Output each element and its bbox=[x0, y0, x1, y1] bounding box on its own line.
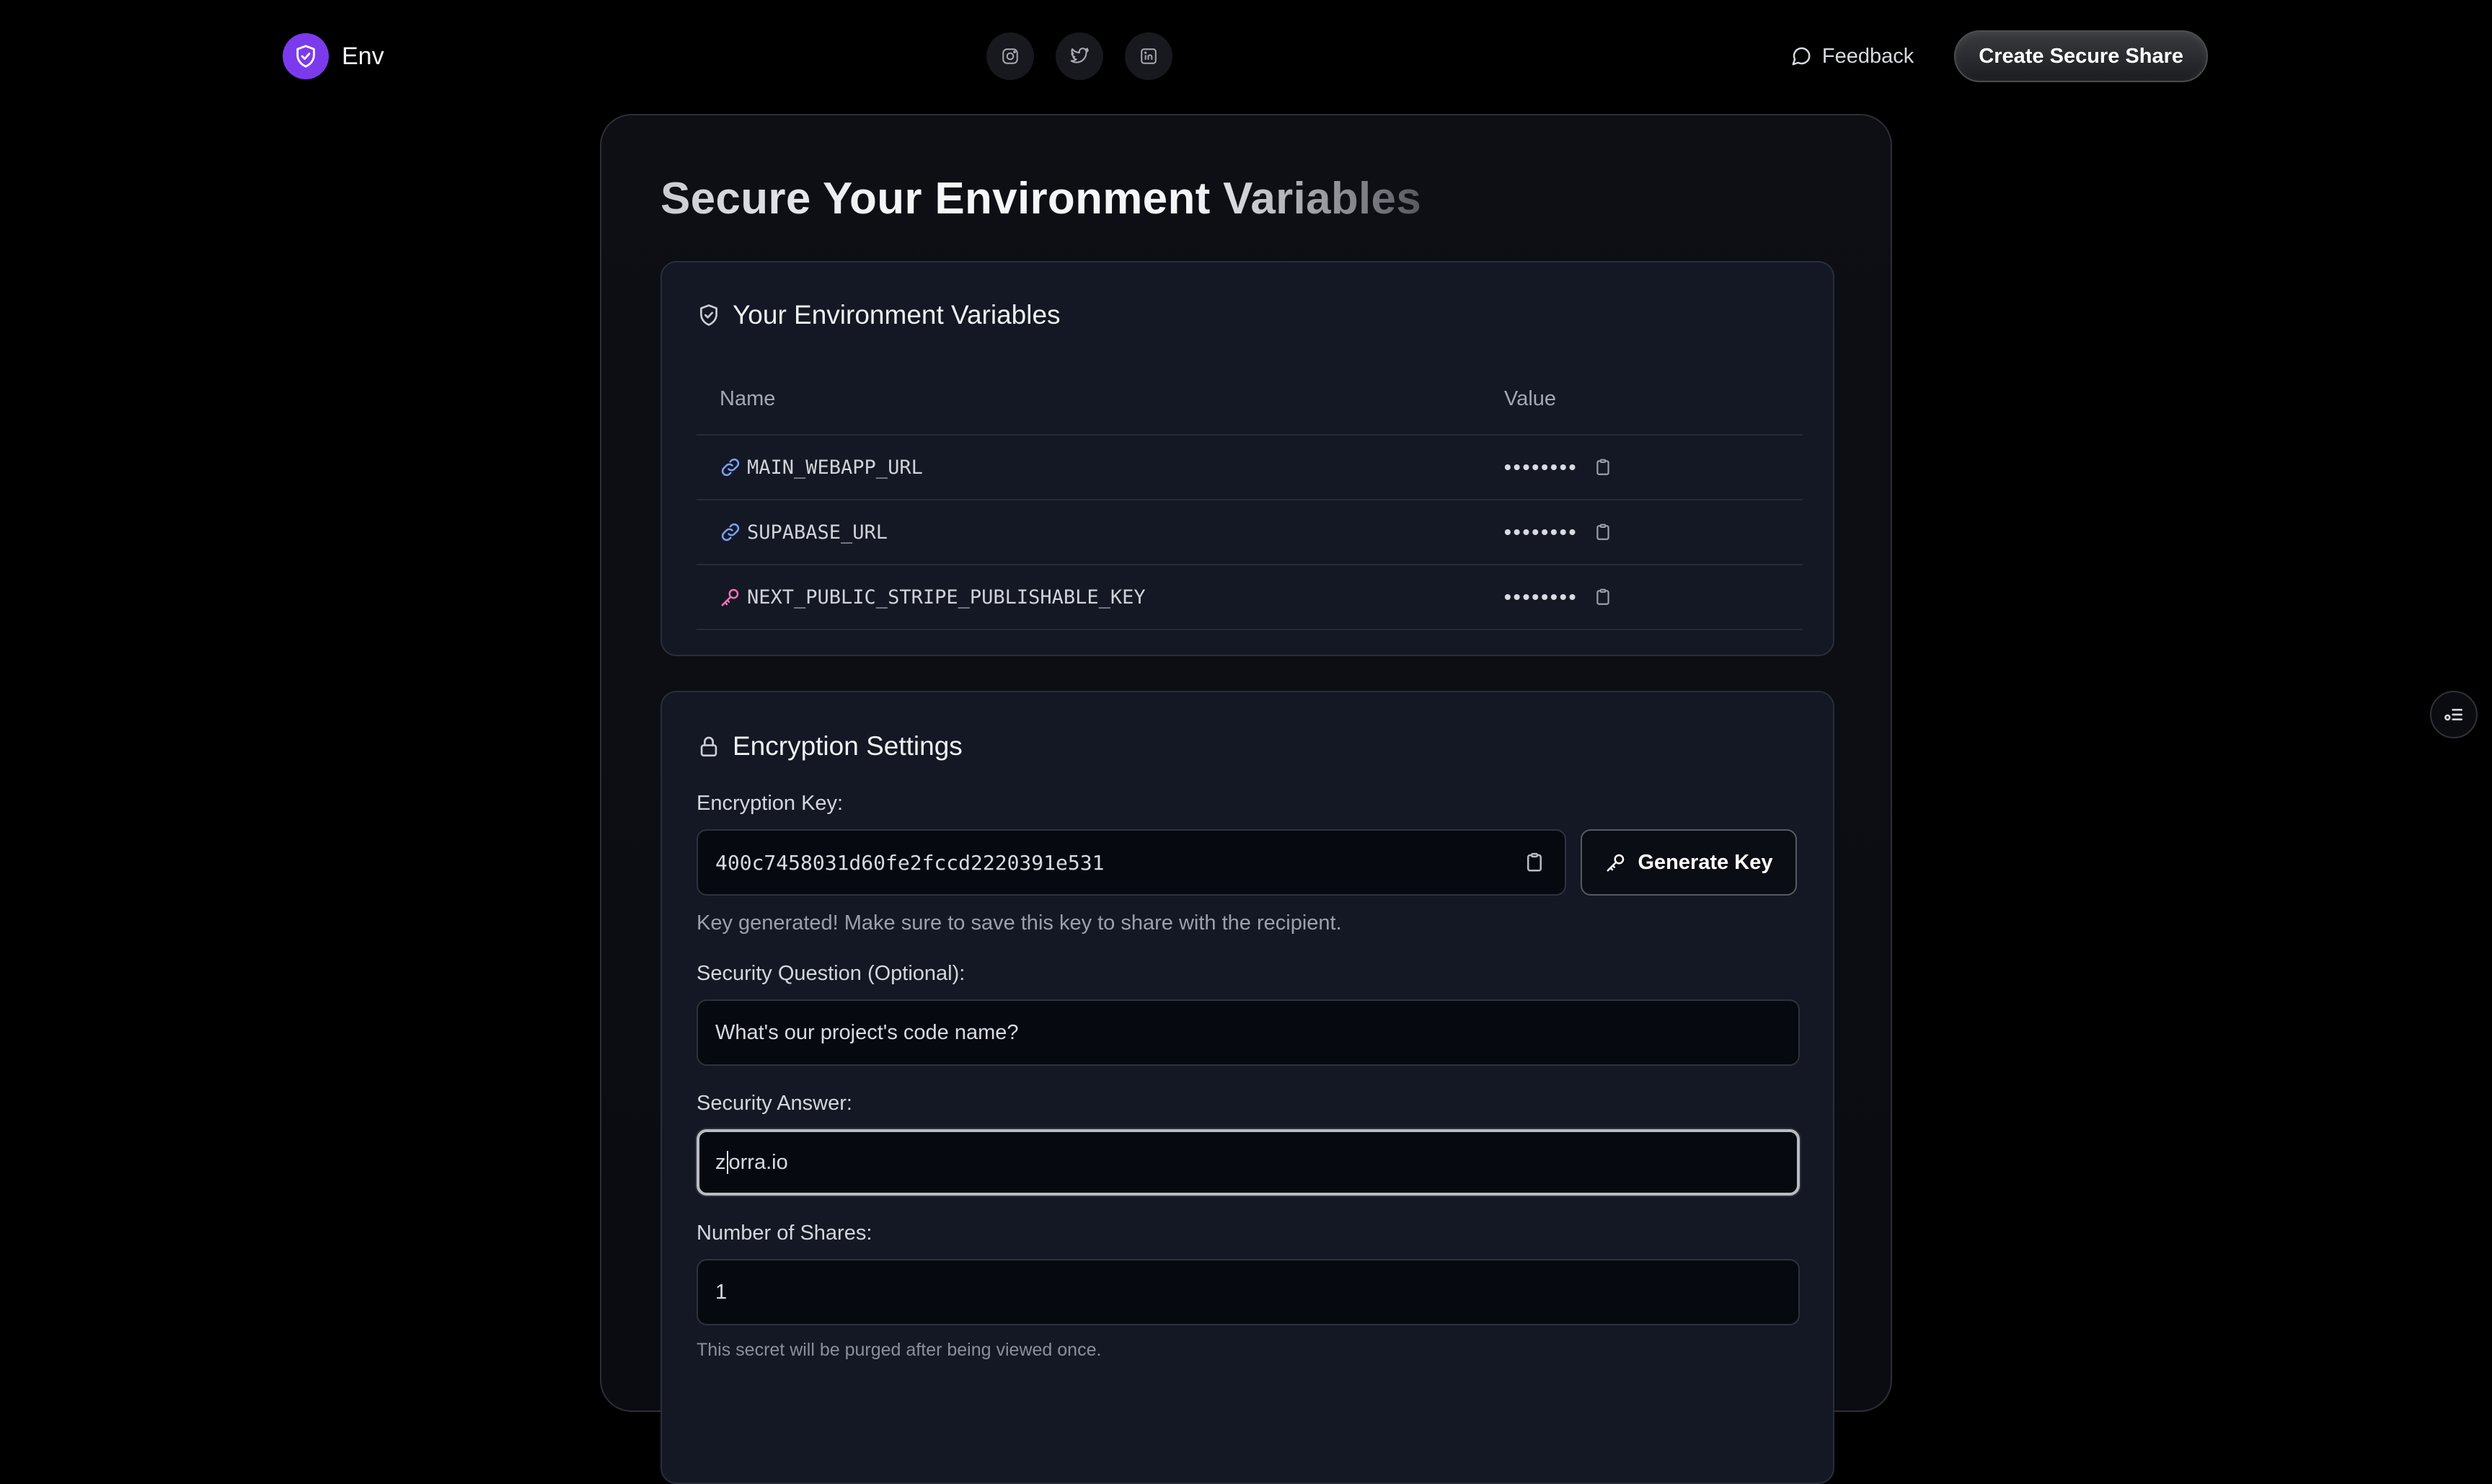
shield-check-icon bbox=[283, 33, 329, 79]
twitter-icon bbox=[1070, 48, 1089, 63]
shares-hint: This secret will be purged after being v… bbox=[697, 1340, 1102, 1360]
table-row: SUPABASE_URL •••••••• bbox=[697, 500, 1803, 565]
number-of-shares-input[interactable]: 1 bbox=[697, 1259, 1800, 1325]
clipboard-icon[interactable] bbox=[1594, 588, 1612, 606]
column-header-value: Value bbox=[1504, 387, 1557, 410]
text-caret bbox=[726, 1151, 728, 1174]
top-navigation: Env Feedback Create Secure Share bbox=[0, 0, 2492, 112]
encryption-key-value: 400c7458031d60fe2fccd2220391e531 bbox=[715, 850, 1105, 875]
linkedin-link[interactable] bbox=[1125, 32, 1172, 80]
feedback-label: Feedback bbox=[1821, 44, 1914, 68]
clipboard-icon[interactable] bbox=[1594, 458, 1612, 477]
feedback-link[interactable]: Feedback bbox=[1790, 45, 1914, 69]
create-secure-share-button[interactable]: Create Secure Share bbox=[1954, 30, 2208, 82]
variable-name: MAIN_WEBAPP_URL bbox=[747, 456, 923, 479]
shield-check-icon bbox=[700, 304, 717, 326]
table-row: NEXT_PUBLIC_STRIPE_PUBLISHABLE_KEY •••••… bbox=[697, 565, 1803, 630]
encryption-key-label: Encryption Key: bbox=[697, 792, 844, 815]
environment-variables-panel: Your Environment Variables Name Value MA… bbox=[660, 261, 1834, 656]
twitter-link[interactable] bbox=[1056, 32, 1103, 80]
brand[interactable]: Env bbox=[283, 33, 384, 79]
generate-key-button[interactable]: Generate Key bbox=[1581, 829, 1797, 896]
panel-header: Encryption Settings bbox=[697, 731, 963, 761]
security-answer-label: Security Answer: bbox=[697, 1092, 852, 1115]
panel-title: Your Environment Variables bbox=[733, 300, 1061, 330]
security-question-input[interactable]: What's our project's code name? bbox=[697, 999, 1800, 1066]
key-icon bbox=[721, 588, 739, 606]
main-card: Secure Your Environment Variables Your E… bbox=[600, 114, 1892, 1484]
security-answer-value-start: z bbox=[715, 1150, 726, 1174]
variable-name: SUPABASE_URL bbox=[747, 521, 888, 544]
security-answer-input[interactable]: z orra.io bbox=[697, 1129, 1800, 1196]
lock-icon bbox=[700, 736, 717, 757]
number-of-shares-value: 1 bbox=[715, 1280, 728, 1304]
social-links bbox=[986, 32, 1172, 80]
key-generated-hint: Key generated! Make sure to save this ke… bbox=[697, 911, 1342, 935]
column-header-name: Name bbox=[720, 387, 776, 410]
list-settings-icon bbox=[2444, 709, 2462, 721]
clipboard-icon bbox=[1527, 852, 1542, 872]
masked-value: •••••••• bbox=[1504, 586, 1578, 608]
encryption-settings-panel: Encryption Settings Encryption Key: 400c… bbox=[660, 691, 1834, 1484]
variables-table: Name Value MAIN_WEBAPP_URL •••••••• SUPA… bbox=[697, 363, 1803, 630]
security-question-label: Security Question (Optional): bbox=[697, 962, 966, 985]
brand-name: Env bbox=[342, 42, 384, 70]
security-question-value: What's our project's code name? bbox=[715, 1020, 1019, 1044]
variable-name: NEXT_PUBLIC_STRIPE_PUBLISHABLE_KEY bbox=[747, 586, 1146, 609]
link-icon bbox=[721, 458, 740, 477]
masked-value: •••••••• bbox=[1504, 456, 1578, 478]
encryption-key-field[interactable]: 400c7458031d60fe2fccd2220391e531 bbox=[697, 829, 1566, 896]
instagram-link[interactable] bbox=[986, 32, 1034, 80]
page-title: Secure Your Environment Variables bbox=[660, 174, 1422, 224]
link-icon bbox=[721, 523, 740, 542]
number-of-shares-label: Number of Shares: bbox=[697, 1222, 872, 1245]
clipboard-icon[interactable] bbox=[1594, 523, 1612, 542]
generate-key-label: Generate Key bbox=[1638, 850, 1773, 874]
copy-key-button[interactable] bbox=[1520, 848, 1549, 877]
table-header: Name Value bbox=[697, 363, 1803, 436]
security-answer-value-end: orra.io bbox=[728, 1150, 788, 1174]
table-row: MAIN_WEBAPP_URL •••••••• bbox=[697, 436, 1803, 500]
panel-title: Encryption Settings bbox=[733, 731, 963, 761]
key-icon bbox=[1607, 854, 1624, 872]
linkedin-icon bbox=[1141, 48, 1157, 64]
masked-value: •••••••• bbox=[1504, 521, 1578, 543]
message-circle-icon bbox=[1792, 47, 1811, 66]
settings-toggle-button[interactable] bbox=[2430, 691, 2478, 738]
panel-header: Your Environment Variables bbox=[697, 300, 1061, 330]
nav-actions: Feedback Create Secure Share bbox=[1790, 30, 2208, 82]
instagram-icon bbox=[1002, 48, 1018, 64]
